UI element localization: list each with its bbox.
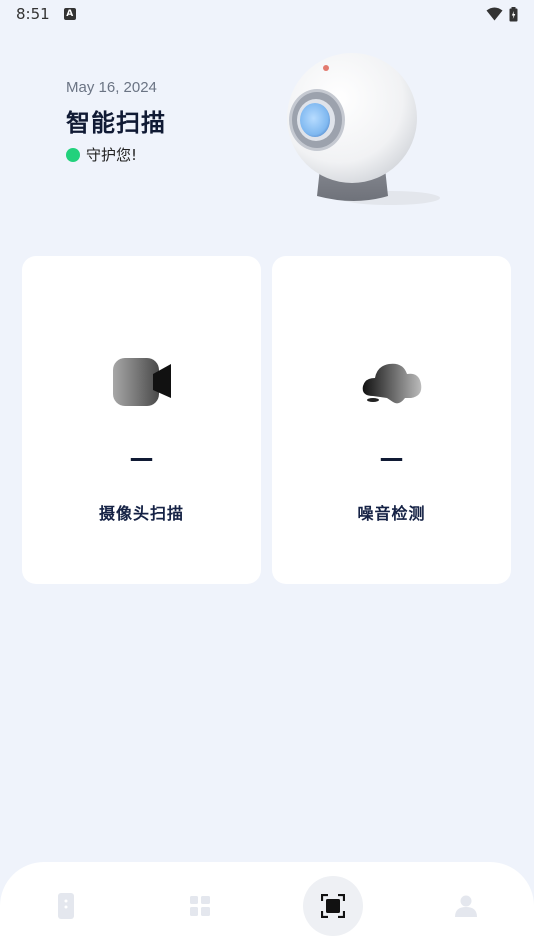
cloud-icon (362, 363, 421, 404)
camera-illustration (287, 53, 440, 205)
phone-icon (58, 893, 74, 919)
noise-detection-card[interactable]: — 噪音检测 (272, 256, 511, 584)
status-text: 守护您! (86, 146, 138, 164)
status-dot-icon (66, 147, 80, 162)
wifi-icon (486, 7, 503, 21)
camera-scan-value: — (129, 444, 154, 472)
nav-item-profile[interactable] (436, 876, 496, 936)
user-icon (455, 895, 477, 917)
nav-item-grid[interactable] (170, 876, 230, 936)
nav-item-phone[interactable] (36, 876, 96, 936)
scan-icon (321, 894, 345, 918)
protection-status: 守护您! (66, 144, 137, 165)
video-camera-icon (112, 358, 171, 406)
notification-icon: A (63, 8, 76, 20)
camera-scan-label: 摄像头扫描 (98, 504, 184, 523)
battery-icon (509, 6, 518, 21)
grid-icon (190, 896, 210, 916)
app-screen: 8:51 A May 16, 2024 智能扫描 守护您! — 摄像头扫描 — … (0, 0, 534, 950)
page-title: 智能扫描 (66, 109, 166, 137)
status-time: 8:51 (16, 5, 50, 23)
camera-scan-card[interactable]: — 摄像头扫描 (22, 256, 261, 584)
status-bar: 8:51 A (0, 0, 534, 28)
nav-item-scan[interactable] (303, 876, 363, 936)
bottom-navigation (0, 862, 534, 950)
noise-detection-value: — (379, 444, 404, 472)
noise-detection-label: 噪音检测 (357, 504, 426, 523)
date-label: May 16, 2024 (66, 79, 157, 96)
